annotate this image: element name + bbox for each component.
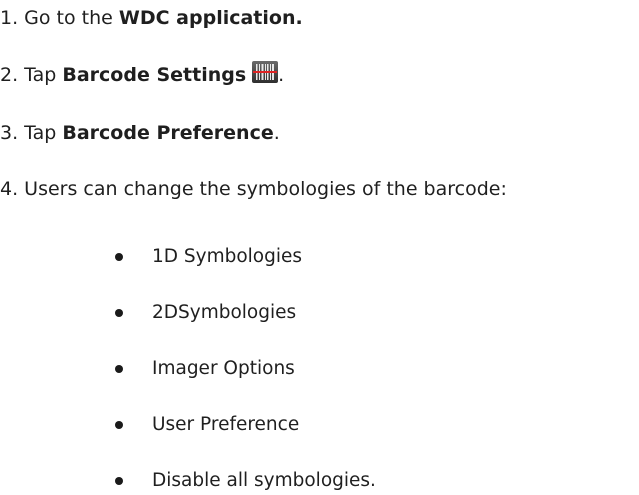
step-2: 2. Tap Barcode Settings .	[0, 61, 284, 87]
step-4: 4. Users can change the symbologies of t…	[0, 177, 507, 201]
list-item-label: Imager Options	[152, 358, 295, 379]
bullet-icon	[115, 365, 123, 373]
list-item-label: 2DSymbologies	[152, 302, 297, 323]
step-2-emphasis: Barcode Settings	[62, 64, 247, 86]
step-2-suffix: .	[278, 64, 285, 86]
step-3-emphasis: Barcode Preference	[62, 122, 274, 144]
barcode-scanner-icon	[252, 61, 279, 83]
step-3-prefix: 3. Tap	[0, 122, 63, 144]
step-1: 1. Go to the WDC application.	[0, 6, 303, 30]
list-item-label: User Preference	[152, 414, 300, 435]
step-4-text: 4. Users can change the symbologies of t…	[0, 178, 507, 200]
step-1-emphasis: WDC application.	[118, 7, 303, 29]
list-item-label: 1D Symbologies	[152, 246, 303, 267]
bullet-icon	[115, 477, 123, 485]
bullet-icon	[115, 421, 123, 429]
step-3: 3. Tap Barcode Preference.	[0, 121, 280, 145]
step-1-prefix: 1. Go to the	[0, 7, 119, 29]
step-2-prefix: 2. Tap	[0, 64, 63, 86]
bullet-icon	[115, 309, 123, 317]
list-item-label: Disable all symbologies.	[152, 470, 376, 491]
step-3-suffix: .	[273, 122, 280, 144]
bullet-icon	[115, 253, 123, 261]
